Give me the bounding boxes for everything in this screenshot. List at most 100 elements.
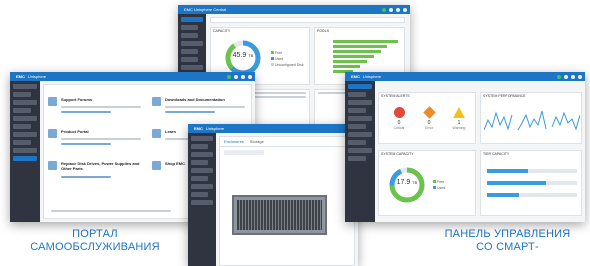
sidebar-item[interactable] — [191, 144, 208, 149]
dashboard-window: EMC Unisphere SYSTEM ALERTS 0 Critical 0… — [345, 72, 585, 222]
caption-smart-dashboard: ПАНЕЛЬ УПРАВЛЕНИЯ СО СМАРТ- — [425, 228, 590, 254]
system-alerts-card: SYSTEM ALERTS 0 Critical 0 Error 1 Warni… — [378, 92, 476, 144]
help-icon[interactable] — [403, 7, 407, 12]
sidebar-item[interactable] — [191, 136, 213, 141]
caption-self-service-portal: ПОРТАЛ САМООБСЛУЖИВАНИЯ — [0, 228, 190, 254]
enclosure-toolbar — [224, 150, 264, 155]
support-forums-tile[interactable]: Support Forums — [48, 97, 148, 121]
sidebar — [10, 81, 40, 222]
capacity-value: 45.9 TB — [232, 52, 254, 59]
sidebar-item[interactable] — [348, 156, 366, 161]
window-titlebar: EMC Unisphere — [10, 72, 255, 81]
critical-label: Critical — [393, 126, 405, 130]
alert-critical[interactable]: 0 Critical — [387, 107, 411, 130]
alert-warning[interactable]: 1 Warning — [447, 107, 471, 130]
status-icon[interactable] — [557, 74, 561, 79]
warning-icon — [453, 107, 465, 118]
sidebar-item[interactable] — [13, 92, 31, 97]
replace-parts-tile[interactable]: Replace Disk Drives, Power Supplies and … — [48, 161, 148, 189]
performance-sparklines — [484, 110, 580, 131]
replace-parts-title: Replace Disk Drives, Power Supplies and … — [61, 161, 140, 171]
forums-icon — [48, 97, 57, 106]
caption-line: САМООБСЛУЖИВАНИЯ — [30, 241, 160, 253]
sidebar-item[interactable] — [191, 184, 213, 189]
sidebar-item-support[interactable] — [13, 156, 37, 161]
brand-logo: EMC — [16, 74, 25, 79]
sidebar-item[interactable] — [348, 148, 372, 153]
sidebar-item[interactable] — [348, 116, 372, 121]
sidebar-item[interactable] — [191, 168, 213, 173]
sidebar-item[interactable] — [181, 65, 203, 70]
brand-logo: EMC — [194, 126, 203, 131]
user-icon[interactable] — [571, 74, 575, 79]
sidebar-item[interactable] — [348, 100, 372, 105]
app-title: Unisphere — [27, 74, 47, 79]
sidebar-item[interactable] — [348, 124, 366, 129]
sidebar-item[interactable] — [348, 140, 366, 145]
screenshot-stage: EMC Unisphere Central CAPACITY 45.9 TB F… — [0, 0, 590, 266]
sidebar-item[interactable] — [13, 116, 37, 121]
caption-line: ПОРТАЛ — [72, 228, 118, 240]
sidebar-item[interactable] — [191, 152, 213, 157]
caption-line: ПАНЕЛЬ УПРАВЛЕНИЯ — [444, 228, 571, 240]
settings-icon[interactable] — [389, 7, 393, 12]
capacity-label: CAPACITY — [213, 29, 231, 33]
help-icon[interactable] — [248, 74, 252, 79]
tab-bar: Enclosures Storage — [220, 137, 354, 147]
help-icon[interactable] — [578, 74, 582, 79]
sidebar-item[interactable] — [13, 132, 37, 137]
dashboard-content: SYSTEM ALERTS 0 Critical 0 Error 1 Warni… — [378, 84, 582, 219]
critical-icon — [393, 107, 405, 118]
enclosure-content: Enclosures Storage — [219, 136, 355, 266]
sidebar-item[interactable] — [13, 108, 31, 113]
user-icon[interactable] — [396, 7, 400, 12]
sidebar-item[interactable] — [13, 148, 37, 153]
sidebar-item[interactable] — [181, 25, 198, 30]
toolbar — [210, 17, 405, 23]
settings-icon[interactable] — [564, 74, 568, 79]
system-performance-card: SYSTEM PERFORMANCE — [480, 92, 582, 144]
user-icon[interactable] — [241, 74, 245, 79]
app-title: EMC Unisphere Central — [184, 7, 227, 12]
settings-icon[interactable] — [234, 74, 238, 79]
sidebar-item[interactable] — [13, 84, 37, 89]
tier-bars — [487, 165, 577, 205]
product-icon — [48, 129, 57, 138]
product-portal-title: Product Portal — [61, 129, 89, 134]
sidebar-item[interactable] — [181, 49, 198, 54]
sidebar-item-dashboard[interactable] — [181, 17, 203, 22]
sidebar-item[interactable] — [348, 108, 366, 113]
caption-line: СО СМАРТ- — [476, 241, 539, 253]
system-capacity-label: SYSTEM CAPACITY — [381, 152, 414, 156]
tab-storage[interactable]: Storage — [250, 139, 264, 144]
alert-error[interactable]: 0 Error — [417, 106, 441, 130]
sidebar-item[interactable] — [181, 41, 203, 46]
sidebar-item[interactable] — [191, 160, 208, 165]
tier-capacity-card: TIER CAPACITY — [480, 150, 582, 216]
tab-enclosures[interactable]: Enclosures — [224, 139, 244, 144]
app-title: Unisphere — [362, 74, 382, 79]
sidebar-item[interactable] — [13, 100, 37, 105]
downloads-docs-tile[interactable]: Downloads and Documentation — [152, 97, 252, 121]
status-icon[interactable] — [227, 74, 231, 79]
sidebar-item[interactable] — [348, 132, 372, 137]
learn-icon — [152, 129, 161, 138]
sidebar-item[interactable] — [191, 192, 208, 197]
sidebar — [345, 81, 375, 222]
sidebar-item[interactable] — [13, 124, 31, 129]
sidebar-item[interactable] — [181, 33, 198, 38]
status-icon[interactable] — [382, 7, 386, 12]
sidebar-item-dashboard[interactable] — [348, 84, 372, 89]
sidebar-item[interactable] — [181, 57, 198, 62]
sidebar-item[interactable] — [191, 176, 208, 181]
sidebar — [188, 133, 216, 266]
system-alerts-label: SYSTEM ALERTS — [381, 94, 410, 98]
sidebar-item[interactable] — [348, 92, 366, 97]
capacity-legend: Free Used — [433, 179, 445, 191]
product-portal-tile[interactable]: Product Portal — [48, 129, 148, 153]
learn-title: Learn — [165, 129, 176, 134]
warning-label: Warning — [452, 126, 466, 130]
sidebar-item[interactable] — [191, 200, 213, 205]
sidebar-item[interactable] — [13, 140, 31, 145]
capacity-legend: Free Used Unconfigured Disk — [271, 50, 304, 68]
